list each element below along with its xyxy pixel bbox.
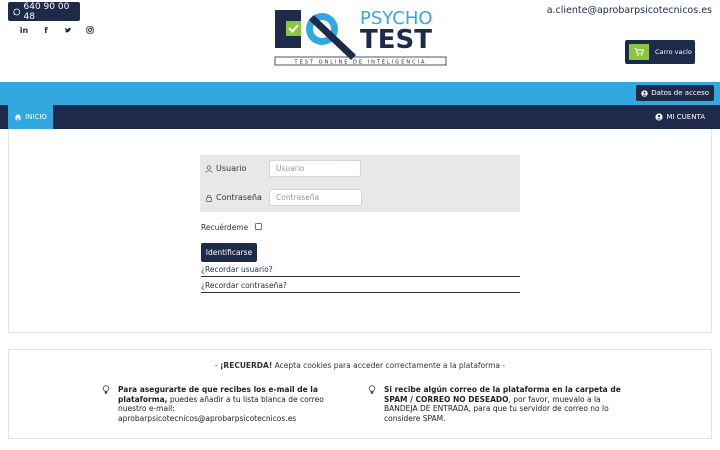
lightbulb-icon [102,385,110,394]
access-data-button[interactable]: Datos de acceso [636,85,714,101]
logo-check-square [286,21,301,36]
nav-item-inicio-label: INICIO [25,113,47,121]
cart-button[interactable]: Carro vacío [625,40,695,64]
nav-item-mi-cuenta[interactable]: MI CUENTA [655,105,705,129]
cookie-notice: - ¡RECUERDA! Acepta cookies para acceder… [0,361,720,370]
user-circle-icon [641,89,648,97]
lock-icon [206,194,212,202]
linkedin-icon[interactable]: in [13,24,35,36]
recover-password-link[interactable]: ¿Recordar contraseña? [201,281,520,293]
whatsapp-icon [13,8,21,15]
home-icon [14,114,22,121]
user-circle-icon [655,113,664,121]
access-data-label: Datos de acceso [651,89,709,97]
password-label-text: Contraseña [216,193,262,202]
site-logo[interactable]: PSYCHO TEST TEST ONLINE DE INTELIGENCIA [274,7,448,67]
cart-icon-box [629,44,649,60]
user-icon [205,164,213,173]
customer-email-link[interactable]: a.cliente@aprobarpsicotecnicos.es [547,5,712,16]
notice-strong: ¡RECUERDA! [220,361,273,370]
notice-rest: Acepta cookies para acceder correctament… [272,361,506,370]
whitelist-tip: Para asegurarte de que recibes los e-mai… [118,385,340,423]
main-navbar: INICIO MI CUENTA [0,105,720,129]
username-label-text: Usuario [216,164,247,173]
login-button[interactable]: Identificarse [201,243,257,262]
twitter-icon[interactable] [57,24,79,36]
social-links: in f [13,24,101,36]
cart-label: Carro vacío [655,48,692,56]
nav-item-mi-cuenta-label: MI CUENTA [666,113,705,121]
phone-button[interactable]: 640 90 00 48 [8,1,80,22]
cart-icon [634,48,644,57]
username-label: Usuario [205,164,246,173]
lightbulb-icon [368,385,376,394]
facebook-icon[interactable]: f [35,24,57,36]
top-band: Datos de acceso [0,82,720,105]
instagram-icon[interactable] [79,24,101,36]
password-input[interactable] [269,189,362,206]
logo-word-test: TEST [360,25,432,55]
spam-tip: Si recibe algún correo de la plataforma … [384,385,622,423]
remember-checkbox[interactable] [255,223,262,230]
logo-tagline: TEST ONLINE DE INTELIGENCIA [294,59,427,65]
recover-username-link[interactable]: ¿Recordar usuario? [201,265,520,277]
password-label: Contraseña [205,193,262,202]
nav-item-inicio[interactable]: INICIO [8,105,53,129]
phone-number: 640 90 00 48 [23,1,70,22]
username-input[interactable] [269,160,361,177]
remember-label: Recuérdeme [201,223,249,232]
